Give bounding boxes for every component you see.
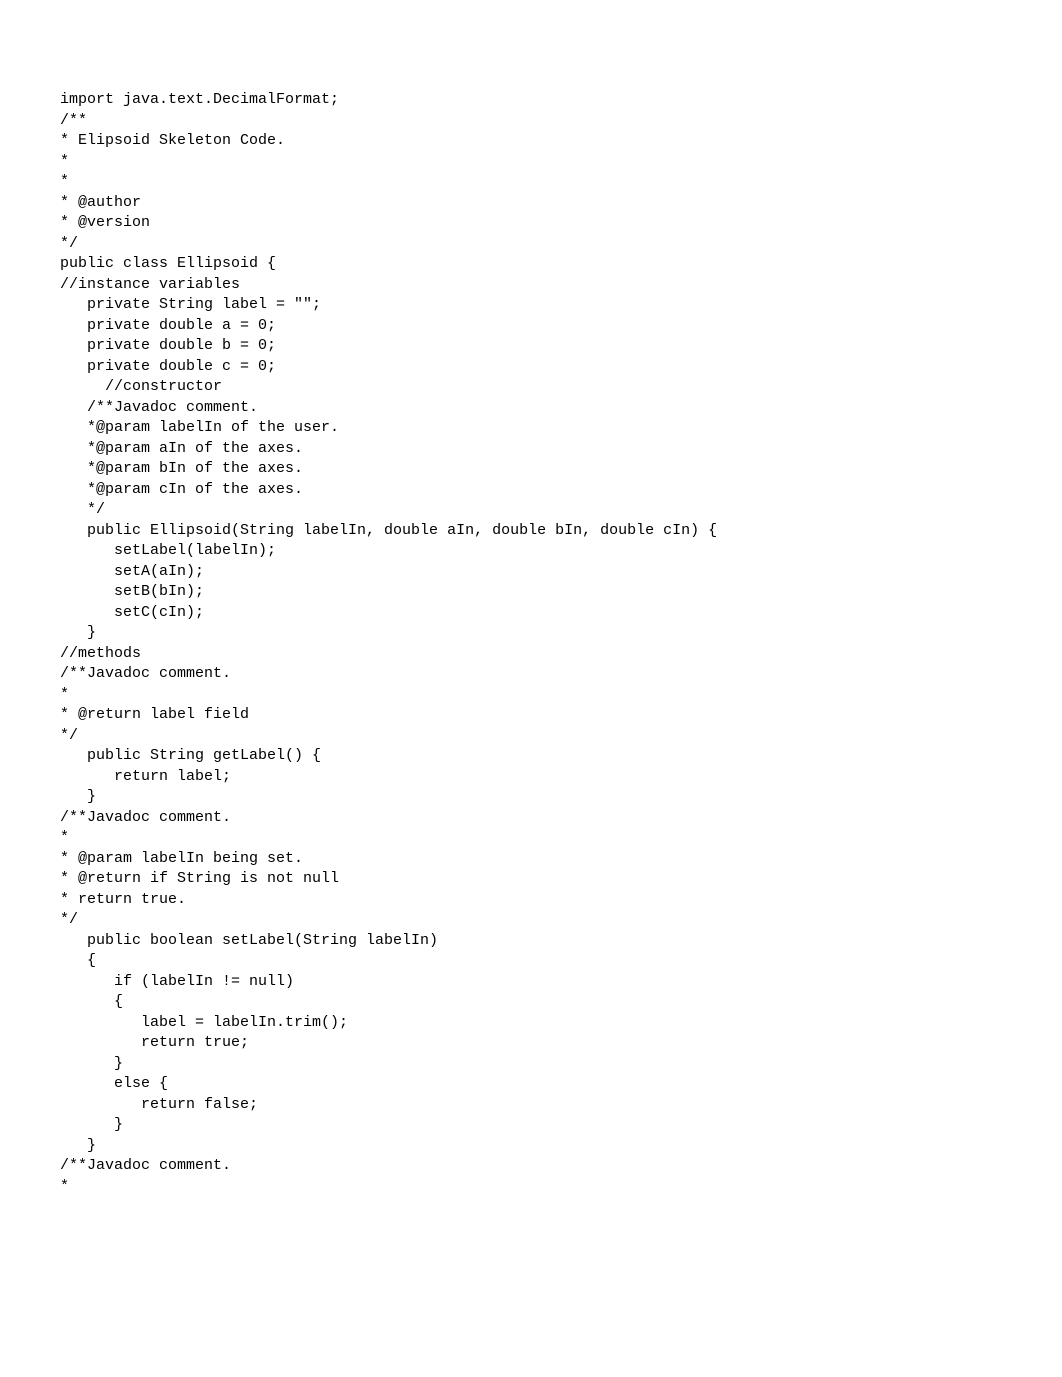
code-line: */ [60, 910, 1002, 931]
code-line: * [60, 152, 1002, 173]
code-line: private double a = 0; [60, 316, 1002, 337]
code-line: } [60, 623, 1002, 644]
code-line: public String getLabel() { [60, 746, 1002, 767]
code-line: return false; [60, 1095, 1002, 1116]
code-line: setB(bIn); [60, 582, 1002, 603]
code-line: //constructor [60, 377, 1002, 398]
code-line: //instance variables [60, 275, 1002, 296]
code-line: /** [60, 111, 1002, 132]
code-line: return true; [60, 1033, 1002, 1054]
code-line: *@param bIn of the axes. [60, 459, 1002, 480]
code-line: } [60, 1115, 1002, 1136]
code-line: * @author [60, 193, 1002, 214]
code-line: * @param labelIn being set. [60, 849, 1002, 870]
code-line: } [60, 1136, 1002, 1157]
code-line: private double c = 0; [60, 357, 1002, 378]
code-line: //methods [60, 644, 1002, 665]
code-line: if (labelIn != null) [60, 972, 1002, 993]
code-line: { [60, 992, 1002, 1013]
code-line: *@param labelIn of the user. [60, 418, 1002, 439]
code-line: import java.text.DecimalFormat; [60, 90, 1002, 111]
code-line: * [60, 1177, 1002, 1198]
code-line: * [60, 172, 1002, 193]
code-line: */ [60, 726, 1002, 747]
code-line: { [60, 951, 1002, 972]
code-line: label = labelIn.trim(); [60, 1013, 1002, 1034]
code-line: /**Javadoc comment. [60, 1156, 1002, 1177]
code-line: *@param aIn of the axes. [60, 439, 1002, 460]
code-line: * Elipsoid Skeleton Code. [60, 131, 1002, 152]
code-line: private String label = ""; [60, 295, 1002, 316]
code-line: * [60, 828, 1002, 849]
code-line: setA(aIn); [60, 562, 1002, 583]
code-line: /**Javadoc comment. [60, 808, 1002, 829]
code-line: * @return if String is not null [60, 869, 1002, 890]
code-line: public class Ellipsoid { [60, 254, 1002, 275]
code-line: } [60, 787, 1002, 808]
code-line: } [60, 1054, 1002, 1075]
code-line: setC(cIn); [60, 603, 1002, 624]
code-line: else { [60, 1074, 1002, 1095]
code-line: setLabel(labelIn); [60, 541, 1002, 562]
code-line: */ [60, 234, 1002, 255]
code-line: * @version [60, 213, 1002, 234]
code-line: private double b = 0; [60, 336, 1002, 357]
code-line: public Ellipsoid(String labelIn, double … [60, 521, 1002, 542]
code-line: * @return label field [60, 705, 1002, 726]
code-line: * return true. [60, 890, 1002, 911]
code-block: import java.text.DecimalFormat;/*** Elip… [60, 90, 1002, 1197]
code-line: *@param cIn of the axes. [60, 480, 1002, 501]
code-line: * [60, 685, 1002, 706]
code-line: /**Javadoc comment. [60, 664, 1002, 685]
code-line: return label; [60, 767, 1002, 788]
code-line: public boolean setLabel(String labelIn) [60, 931, 1002, 952]
code-line: /**Javadoc comment. [60, 398, 1002, 419]
code-line: */ [60, 500, 1002, 521]
code-page: import java.text.DecimalFormat;/*** Elip… [0, 0, 1062, 1257]
